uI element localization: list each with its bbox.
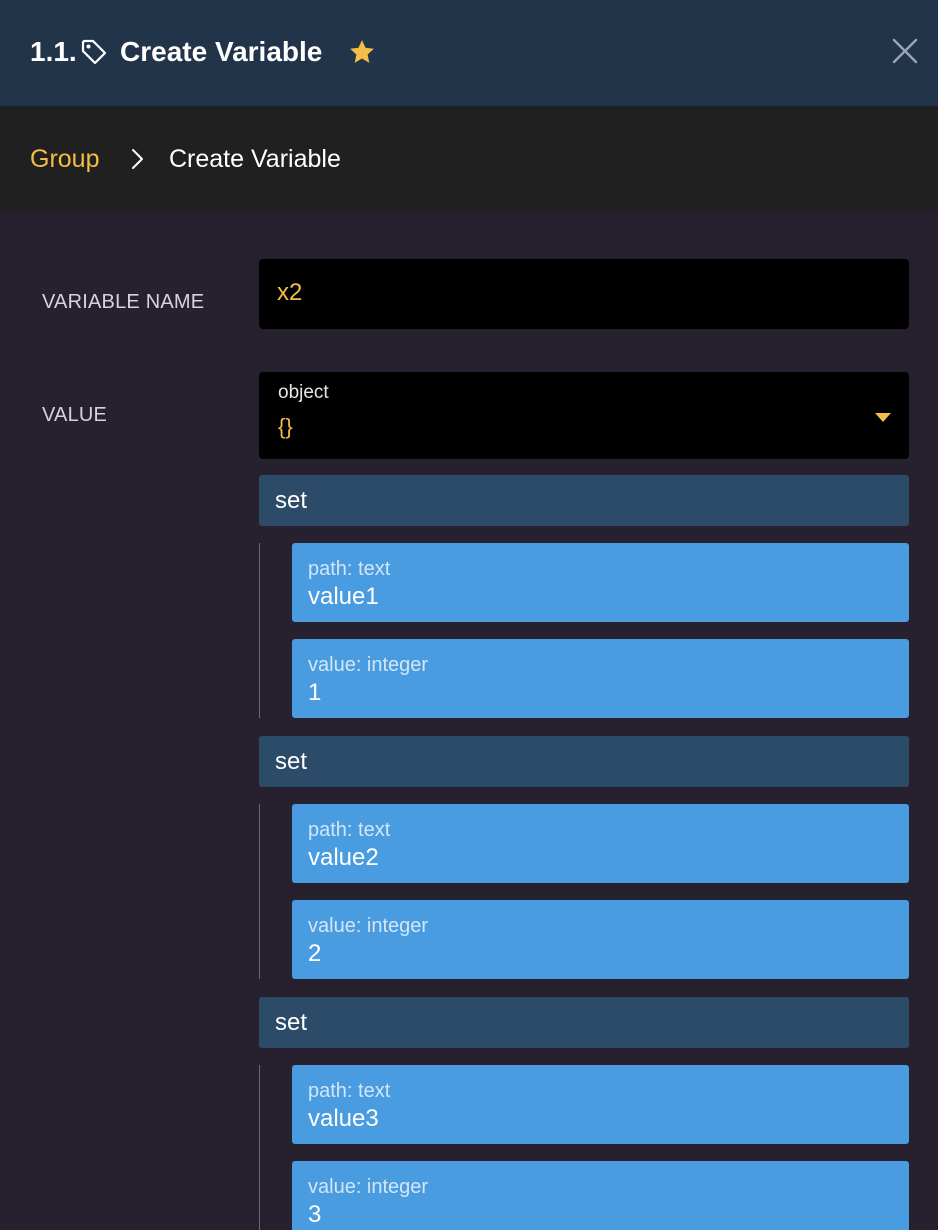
chevron-right-icon (128, 146, 148, 172)
path-param-label: path: text (308, 1080, 391, 1102)
breadcrumb-current: Create Variable (169, 145, 341, 173)
value-param-3[interactable]: value: integer 3 (292, 1161, 909, 1230)
set-operation-label: set (275, 1009, 308, 1036)
tag-icon (80, 38, 108, 66)
path-param-label: path: text (308, 558, 391, 580)
dialog-header: 1.1. Create Variable (0, 0, 938, 106)
nesting-line (259, 1065, 260, 1230)
value-param-1[interactable]: value: integer 1 (292, 639, 909, 718)
variable-name-input[interactable]: x2 (259, 259, 909, 329)
value-type-display: {} (278, 414, 293, 439)
star-icon[interactable] (348, 38, 376, 66)
path-param-label: path: text (308, 819, 391, 841)
path-param-1[interactable]: path: text value1 (292, 543, 909, 622)
set-operation-2[interactable]: set (259, 736, 909, 787)
set-operation-label: set (275, 487, 308, 514)
value-param-value: 1 (308, 679, 322, 706)
step-number: 1.1. (30, 36, 77, 67)
set-operation-3[interactable]: set (259, 997, 909, 1048)
page-title: Create Variable (120, 36, 323, 67)
value-type-label: object (278, 382, 329, 403)
breadcrumb-link-group[interactable]: Group (30, 144, 99, 174)
path-param-value: value2 (308, 844, 379, 871)
nesting-line (259, 804, 260, 979)
path-param-2[interactable]: path: text value2 (292, 804, 909, 883)
value-param-2[interactable]: value: integer 2 (292, 900, 909, 979)
value-type-select[interactable]: object {} (259, 372, 909, 459)
value-param-value: 2 (308, 940, 322, 967)
caret-down-icon (875, 410, 891, 422)
value-param-label: value: integer (308, 915, 429, 937)
value-param-label: value: integer (308, 654, 429, 676)
variable-name-label: VARIABLE NAME (42, 291, 205, 313)
path-param-value: value1 (308, 583, 379, 610)
set-operation-1[interactable]: set (259, 475, 909, 526)
path-param-value: value3 (308, 1105, 379, 1132)
value-param-label: value: integer (308, 1176, 429, 1198)
close-icon[interactable] (890, 36, 920, 66)
value-label: VALUE (42, 404, 108, 426)
variable-name-value: x2 (277, 279, 303, 306)
breadcrumb: Group Create Variable (0, 106, 938, 211)
nesting-line (259, 543, 260, 718)
set-operation-label: set (275, 748, 308, 775)
path-param-3[interactable]: path: text value3 (292, 1065, 909, 1144)
value-param-value: 3 (308, 1201, 322, 1228)
